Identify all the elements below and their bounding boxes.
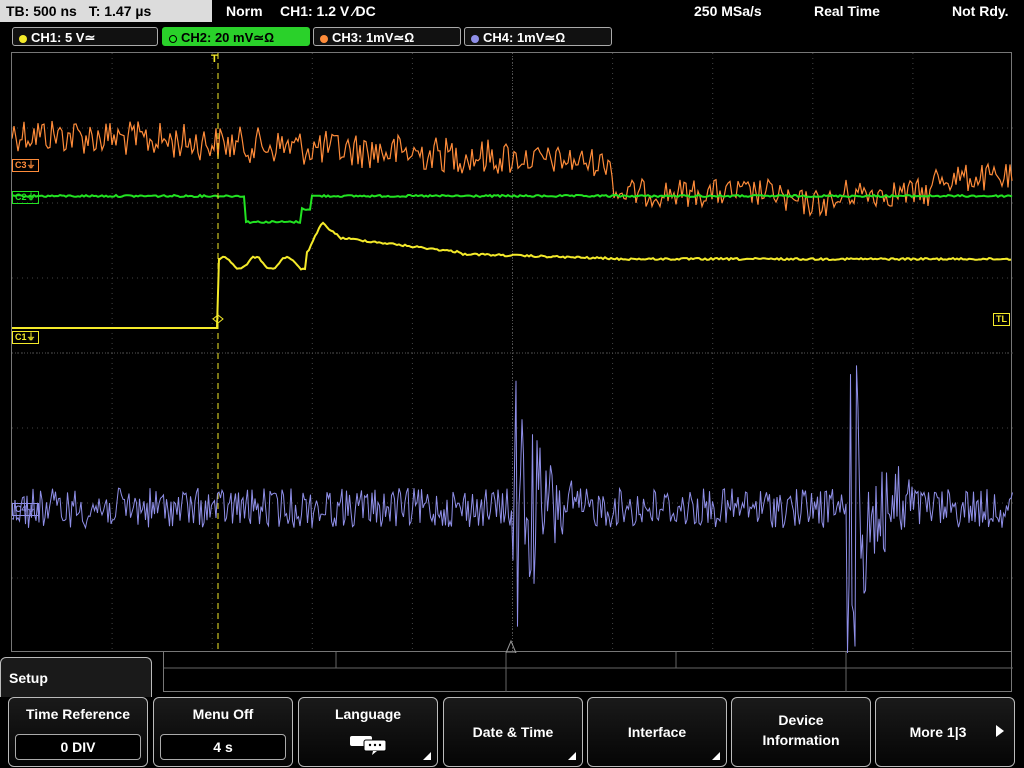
language-label: Language: [334, 706, 402, 722]
date-time-button[interactable]: Date & Time: [443, 697, 583, 767]
channel-4-button[interactable]: CH4: 1mV≃Ω: [464, 27, 612, 46]
channel-4-label: CH4: 1mV≃Ω: [483, 30, 566, 45]
more-button[interactable]: More 1|3: [875, 697, 1015, 767]
time-offset-value: T: 1.47 µs: [88, 3, 152, 19]
language-button[interactable]: Language: [298, 697, 438, 767]
submenu-indicator-icon: [712, 752, 720, 760]
speech-bubbles-icon: [350, 736, 387, 755]
menu-off-value: 4 s: [160, 734, 286, 760]
interface-button[interactable]: Interface: [587, 697, 727, 767]
interface-label: Interface: [627, 724, 687, 740]
menu-off-button[interactable]: Menu Off 4 s: [153, 697, 293, 767]
trigger-info[interactable]: CH1: 1.2 V ∕DC: [280, 0, 376, 22]
channel-3-button[interactable]: CH3: 1mV≃Ω: [313, 27, 461, 46]
trigger-level-marker[interactable]: TL: [993, 313, 1010, 326]
time-reference-value: 0 DIV: [15, 734, 141, 760]
trigger-position-marker[interactable]: T: [211, 53, 218, 65]
ch4-offset-marker[interactable]: C4⏚: [12, 503, 39, 516]
submenu-indicator-icon: [568, 752, 576, 760]
status-bar: TB: 500 ns T: 1.47 µs Norm CH1: 1.2 V ∕D…: [0, 0, 1024, 24]
channel-1-color-icon: [19, 34, 27, 43]
channel-3-color-icon: [320, 34, 328, 43]
next-page-icon: [996, 725, 1004, 737]
more-label: More 1|3: [909, 724, 967, 740]
sample-rate: 250 MSa/s: [694, 3, 762, 19]
channel-2-button[interactable]: CH2: 20 mV≃Ω: [162, 27, 310, 46]
ch2-offset-marker[interactable]: C2⏚: [12, 191, 39, 204]
menu-off-label: Menu Off: [192, 706, 254, 722]
waveform-canvas: [12, 53, 1013, 653]
timebase-box[interactable]: TB: 500 ns T: 1.47 µs: [0, 0, 212, 22]
channel-3-label: CH3: 1mV≃Ω: [332, 30, 415, 45]
ch3-offset-marker[interactable]: C3⏚: [12, 159, 39, 172]
channel-2-label: CH2: 20 mV≃Ω: [181, 30, 275, 45]
acquisition-status: Not Rdy.: [952, 3, 1009, 19]
device-information-button[interactable]: Device Information: [731, 697, 871, 767]
measurement-bar: [163, 652, 1013, 692]
menu-title: Setup: [9, 670, 48, 686]
timebase-value: TB: 500 ns: [6, 3, 77, 19]
channel-1-button[interactable]: CH1: 5 V≃: [12, 27, 158, 46]
ch1-trace: [12, 221, 1012, 329]
channel-1-label: CH1: 5 V≃: [31, 30, 96, 45]
submenu-indicator-icon: [423, 752, 431, 760]
ch1-offset-marker[interactable]: C1⏚: [12, 331, 39, 344]
date-time-label: Date & Time: [472, 724, 554, 740]
channel-4-color-icon: [471, 34, 479, 43]
acquisition-mode: Real Time: [814, 3, 880, 19]
device-information-label: Device: [778, 712, 824, 728]
channel-2-color-icon: [169, 34, 177, 43]
time-reference-label: Time Reference: [25, 706, 130, 722]
waveform-display[interactable]: [11, 52, 1013, 653]
device-information-label-2: Information: [762, 732, 840, 748]
menu-title-tab: Setup: [0, 657, 152, 697]
trigger-mode[interactable]: Norm: [226, 0, 263, 22]
time-reference-button[interactable]: Time Reference 0 DIV: [8, 697, 148, 767]
